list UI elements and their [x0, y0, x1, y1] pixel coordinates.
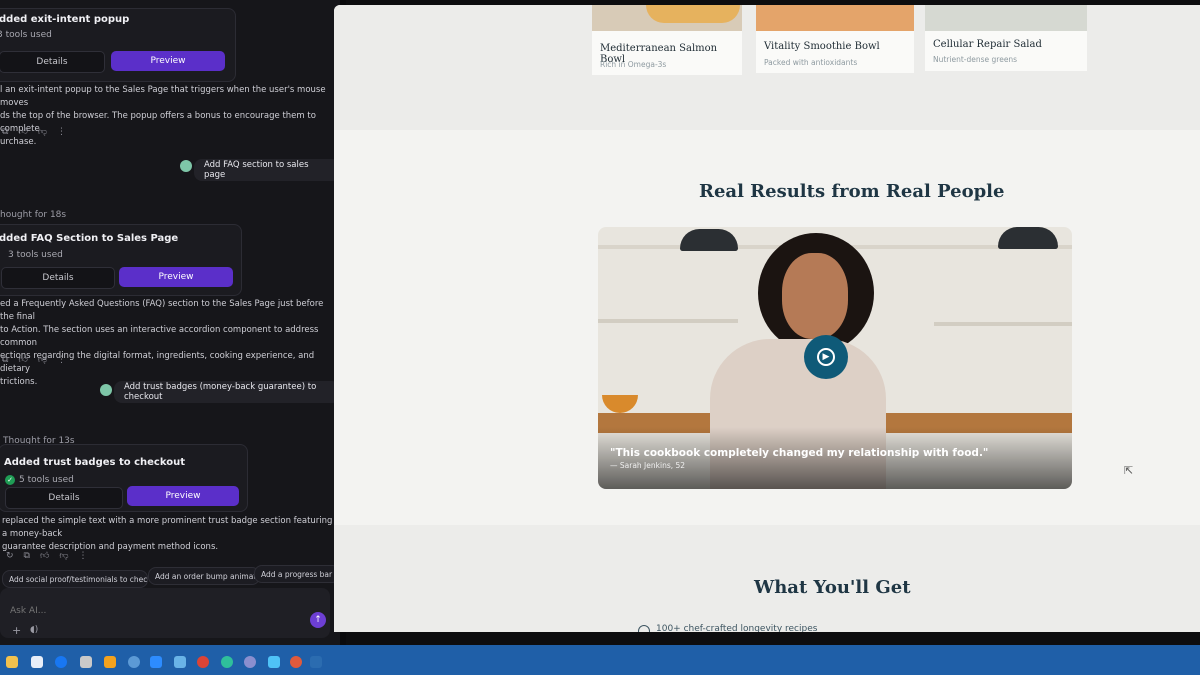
testimonial-author: — Sarah Jenkins, 52 — [610, 461, 686, 470]
chrome-icon[interactable] — [197, 656, 209, 668]
kitchen-shelf — [598, 319, 738, 323]
ask-ai-box[interactable]: + ◖) ↑ — [0, 588, 330, 638]
message-actions: ⧉ 👍︎ 👎︎ ⋮ — [2, 355, 66, 365]
chat-panel: dded exit-intent popup 3 tools used Deta… — [0, 0, 340, 645]
assistant-message-trust: replaced the simple text with a more pro… — [2, 515, 338, 554]
recipe-card[interactable]: Mediterranean Salmon Bowl Rich in Omega-… — [592, 5, 742, 75]
tool-card-trust-badges: Added trust badges to checkout ✓ 5 tools… — [0, 444, 248, 512]
thumbs-up-icon[interactable]: 👍︎ — [40, 551, 49, 561]
user-message: Add FAQ section to sales page — [194, 159, 340, 181]
play-icon: ▶ — [817, 348, 835, 366]
recipe-subtitle: Packed with antioxidants — [764, 58, 858, 67]
app-grid-icon[interactable] — [80, 656, 92, 668]
details-button[interactable]: Details — [0, 51, 105, 73]
recipe-card[interactable]: Vitality Smoothie Bowl Packed with antio… — [756, 5, 914, 73]
preview-button[interactable]: Preview — [111, 51, 225, 71]
benefit-item: 100+ chef-crafted longevity recipes — [656, 624, 818, 632]
thumbs-up-icon[interactable]: 👍︎ — [18, 127, 27, 137]
ai-app-icon[interactable] — [290, 656, 302, 668]
settings-icon[interactable] — [128, 656, 140, 668]
copy-icon[interactable]: ⧉ — [2, 127, 8, 137]
tool-card-title: dded exit-intent popup — [0, 14, 130, 25]
more-icon[interactable]: ⋮ — [57, 355, 66, 365]
message-line: ed a Frequently Asked Questions (FAQ) se… — [0, 299, 324, 322]
zoom-icon[interactable] — [150, 656, 162, 668]
testimonial-video[interactable]: ▶ "This cookbook completely changed my r… — [598, 227, 1072, 489]
tool-card-tools-count: 3 tools used — [8, 250, 63, 260]
tool-card-title: Added trust badges to checkout — [4, 457, 186, 468]
tool-card-tools-count: 3 tools used — [0, 30, 52, 40]
preview-button[interactable]: Preview — [127, 486, 239, 506]
assistant-message-exit-popup: l an exit-intent popup to the Sales Page… — [0, 84, 330, 149]
copy-icon[interactable]: ⧉ — [24, 551, 30, 561]
recipe-subtitle: Nutrient-dense greens — [933, 55, 1018, 64]
send-icon[interactable]: ↑ — [310, 612, 326, 628]
generic-app-icon[interactable] — [244, 656, 256, 668]
more-icon[interactable]: ⋮ — [79, 551, 88, 561]
suggestion-chip[interactable]: Add social proof/testimonials to checkou… — [2, 570, 148, 588]
user-avatar — [100, 384, 112, 396]
suggestion-chip[interactable]: Add an order bump animation — [148, 567, 260, 585]
message-actions: ↻ ⧉ 👍︎ 👎︎ ⋮ — [6, 551, 88, 561]
mouse-cursor: ⇱ — [1124, 464, 1134, 477]
thought-duration[interactable]: hought for 18s — [0, 210, 66, 220]
details-button[interactable]: Details — [5, 487, 123, 509]
plus-icon[interactable]: + — [12, 624, 21, 637]
recipe-title: Vitality Smoothie Bowl — [764, 41, 880, 52]
thumbs-up-icon[interactable]: 👍︎ — [18, 355, 27, 365]
message-line: replaced the simple text with a more pro… — [2, 516, 333, 539]
edge-icon[interactable] — [221, 656, 233, 668]
testimonial-quote: "This cookbook completely changed my rel… — [610, 447, 989, 459]
details-button[interactable]: Details — [1, 267, 115, 289]
facebook-icon[interactable] — [55, 656, 67, 668]
play-button[interactable]: ▶ — [804, 335, 848, 379]
preview-button[interactable]: Preview — [119, 267, 233, 287]
user-avatar — [180, 160, 192, 172]
browser-icon[interactable] — [31, 656, 43, 668]
thumbs-down-icon[interactable]: 👎︎ — [38, 127, 47, 137]
folder-icon[interactable] — [6, 656, 18, 668]
recipe-subtitle: Rich in Omega-3s — [600, 60, 667, 69]
ask-ai-input[interactable] — [8, 602, 272, 620]
person-face — [782, 253, 848, 339]
bowl-shape — [646, 5, 740, 23]
recipe-image — [592, 5, 742, 31]
tool-card-exit-popup: dded exit-intent popup 3 tools used Deta… — [0, 8, 236, 82]
user-message: Add trust badges (money-back guarantee) … — [114, 381, 340, 403]
thumbs-down-icon[interactable]: 👎︎ — [59, 551, 68, 561]
recipe-image — [925, 5, 1087, 31]
assistant-message-faq: ed a Frequently Asked Questions (FAQ) se… — [0, 298, 330, 389]
site-preview: Mediterranean Salmon Bowl Rich in Omega-… — [334, 5, 1200, 632]
recipe-title: Cellular Repair Salad — [933, 39, 1042, 50]
photos-icon[interactable] — [174, 656, 186, 668]
recipe-card[interactable]: Cellular Repair Salad Nutrient-dense gre… — [925, 5, 1087, 71]
pendant-lamp — [680, 229, 738, 251]
mic-icon[interactable]: ◖) — [30, 625, 38, 635]
fruit-bowl — [602, 395, 638, 413]
refresh-icon[interactable]: ↻ — [6, 551, 14, 561]
check-circle-icon — [638, 625, 650, 632]
message-line: l an exit-intent popup to the Sales Page… — [0, 85, 326, 108]
tool-card-tools-count: 5 tools used — [19, 475, 74, 485]
kitchen-shelf — [934, 322, 1072, 326]
testimonials-heading: Real Results from Real People — [699, 181, 1005, 202]
check-icon: ✓ — [5, 475, 15, 485]
benefits-heading: What You'll Get — [754, 577, 911, 598]
tool-card-faq: dded FAQ Section to Sales Page 3 tools u… — [0, 224, 242, 296]
chart-app-icon[interactable] — [104, 656, 116, 668]
message-line: urchase. — [0, 137, 37, 147]
thumbs-down-icon[interactable]: 👎︎ — [38, 355, 47, 365]
suggestion-chip[interactable]: Add a progress bar acro — [254, 565, 340, 583]
pendant-lamp — [998, 227, 1058, 249]
store-icon[interactable] — [310, 656, 322, 668]
copy-icon[interactable]: ⧉ — [2, 355, 8, 365]
message-actions: ⧉ 👍︎ 👎︎ ⋮ — [2, 127, 66, 137]
tool-card-title: dded FAQ Section to Sales Page — [0, 233, 179, 244]
maps-icon[interactable] — [268, 656, 280, 668]
more-icon[interactable]: ⋮ — [57, 127, 66, 137]
message-line: to Action. The section uses an interacti… — [0, 325, 319, 348]
recipe-image — [756, 5, 914, 31]
